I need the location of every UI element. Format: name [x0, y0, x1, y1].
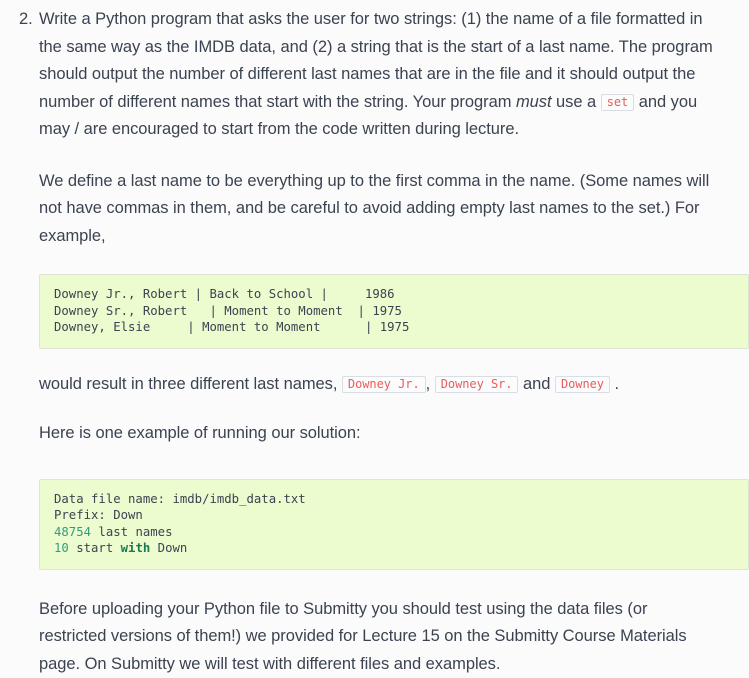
- output-prefix-value: Down: [150, 541, 187, 555]
- document-page: 2. Write a Python program that asks the …: [0, 0, 749, 571]
- submission-instructions-paragraph: Before uploading your Python file to Sub…: [39, 596, 714, 678]
- inline-code-set: set: [601, 94, 635, 111]
- emphasis-must: must: [516, 93, 552, 111]
- output-count-last-names: 48754: [54, 525, 91, 539]
- list-item: 2. Write a Python program that asks the …: [0, 0, 749, 678]
- result-text-part3: and: [518, 375, 554, 393]
- definition-paragraph: We define a last name to be everything u…: [39, 168, 714, 251]
- output-last-names-label: last names: [91, 525, 172, 539]
- spacer: [39, 448, 749, 479]
- output-keyword-with: with: [121, 541, 151, 555]
- spacer: [39, 349, 749, 371]
- problem-statement-paragraph: Write a Python program that asks the use…: [39, 6, 714, 144]
- solution-output-block-wrapper: Data file name: imdb/imdb_data.txtPrefix…: [39, 479, 749, 570]
- solution-output-line-2: Prefix: Down: [54, 507, 734, 524]
- inline-code-downey: Downey: [555, 376, 610, 393]
- imdb-sample-code-line-1: Downey Jr., Robert | Back to School | 19…: [54, 286, 734, 303]
- spacer: [39, 250, 749, 274]
- solution-output-line-1: Data file name: imdb/imdb_data.txt: [54, 491, 734, 508]
- result-text-part2: ,: [426, 375, 435, 393]
- imdb-sample-code-line-3: Downey, Elsie | Moment to Moment | 1975: [54, 319, 734, 336]
- solution-output-code-block: Data file name: imdb/imdb_data.txtPrefix…: [39, 479, 749, 570]
- spacer: [39, 398, 749, 420]
- inline-code-downey-sr: Downey Sr.: [435, 376, 519, 393]
- list-item-marker: 2.: [19, 6, 33, 34]
- imdb-sample-code-block: Downey Jr., Robert | Back to School | 19…: [39, 274, 749, 349]
- spacer: [39, 570, 749, 596]
- spacer: [39, 144, 749, 168]
- output-start-label: start: [69, 541, 121, 555]
- problem-statement-text-part2: use a: [552, 93, 601, 111]
- imdb-sample-block-wrapper: Downey Jr., Robert | Back to School | 19…: [39, 274, 749, 349]
- output-count-prefix-matches: 10: [54, 541, 69, 555]
- result-text-part4: .: [610, 375, 619, 393]
- result-paragraph: would result in three different last nam…: [39, 371, 714, 399]
- example-intro-paragraph: Here is one example of running our solut…: [39, 420, 714, 448]
- result-text-part1: would result in three different last nam…: [39, 375, 342, 393]
- assignment-list: 2. Write a Python program that asks the …: [0, 0, 749, 678]
- inline-code-downey-jr: Downey Jr.: [342, 376, 426, 393]
- solution-output-line-4: 10 start with Down: [54, 540, 734, 557]
- imdb-sample-code-line-2: Downey Sr., Robert | Moment to Moment | …: [54, 303, 734, 320]
- solution-output-line-3: 48754 last names: [54, 524, 734, 541]
